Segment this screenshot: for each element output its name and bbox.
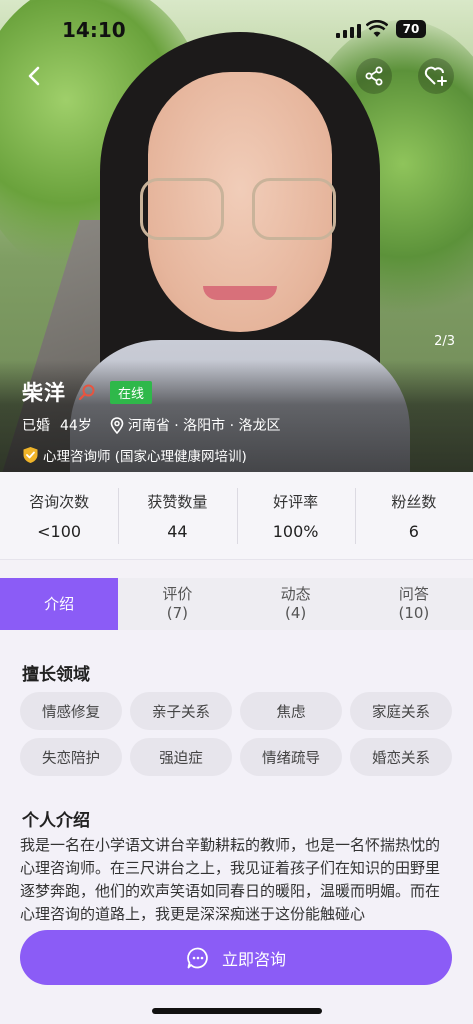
cellular-signal-icon bbox=[336, 24, 361, 38]
tab-count: (7) bbox=[166, 604, 188, 622]
location-text: 河南省 · 洛阳市 · 洛龙区 bbox=[127, 418, 281, 434]
specialty-tag: 强迫症 bbox=[130, 738, 232, 776]
profile-info: 柴洋 在线 已婚 44岁 河南省 · 洛阳市 · 洛龙区 心理咨询师 (国家心理… bbox=[22, 378, 462, 466]
stat-consultations: 咨询次数 <100 bbox=[0, 472, 118, 559]
tab-label: 动态 bbox=[280, 585, 311, 603]
marital-status: 已婚 bbox=[22, 418, 50, 434]
status-time: 14:10 bbox=[62, 18, 126, 42]
certification-text: 心理咨询师 (国家心理健康网培训) bbox=[43, 449, 247, 465]
photo-lips bbox=[203, 286, 277, 300]
verified-shield-icon bbox=[23, 447, 38, 463]
back-button[interactable] bbox=[16, 58, 52, 94]
tab-posts[interactable]: 动态 (4) bbox=[237, 578, 355, 630]
home-indicator[interactable] bbox=[152, 1008, 322, 1014]
status-bar: 14:10 70 bbox=[0, 0, 473, 60]
stat-value: 6 bbox=[408, 521, 419, 541]
stat-followers[interactable]: 粉丝数 6 bbox=[354, 472, 473, 559]
counselor-name: 柴洋 bbox=[22, 381, 66, 405]
wifi-icon bbox=[366, 20, 388, 37]
profile-tabs: 介绍 评价 (7) 动态 (4) 问答 (10) bbox=[0, 578, 473, 630]
stats-bar: 咨询次数 <100 获赞数量 44 好评率 100% 粉丝数 6 bbox=[0, 472, 473, 560]
photo-glasses-left bbox=[140, 178, 224, 240]
follow-button[interactable] bbox=[418, 58, 454, 94]
battery-icon: 70 bbox=[396, 20, 426, 38]
tab-label: 问答 bbox=[398, 585, 429, 603]
tab-count: (10) bbox=[398, 604, 430, 622]
specialty-tag: 焦虑 bbox=[240, 692, 342, 730]
stat-label: 好评率 bbox=[273, 492, 319, 511]
stat-value: <100 bbox=[37, 521, 82, 541]
specialty-tags: 情感修复 亲子关系 焦虑 家庭关系 失恋陪护 强迫症 情绪疏导 婚恋关系 bbox=[20, 692, 455, 776]
tab-qa[interactable]: 问答 (10) bbox=[355, 578, 473, 630]
online-status-badge: 在线 bbox=[110, 380, 153, 404]
consult-now-button[interactable]: 立即咨询 bbox=[20, 930, 452, 985]
stat-label: 获赞数量 bbox=[147, 492, 208, 511]
tab-label: 介绍 bbox=[44, 594, 75, 613]
photo-page-indicator: 2/3 bbox=[434, 334, 455, 349]
tab-label: 评价 bbox=[162, 585, 193, 603]
specialty-tag: 婚恋关系 bbox=[350, 738, 452, 776]
specialty-tag: 情感修复 bbox=[20, 692, 122, 730]
photo-glasses-right bbox=[252, 178, 336, 240]
specialty-tag: 情绪疏导 bbox=[240, 738, 342, 776]
specialty-tag: 家庭关系 bbox=[350, 692, 452, 730]
consult-label: 立即咨询 bbox=[221, 949, 286, 969]
share-icon bbox=[365, 66, 383, 86]
specialty-tag: 失恋陪护 bbox=[20, 738, 122, 776]
specialty-tag: 亲子关系 bbox=[130, 692, 232, 730]
stat-label: 咨询次数 bbox=[29, 492, 90, 511]
share-button[interactable] bbox=[356, 58, 392, 94]
stat-value: 44 bbox=[167, 521, 188, 541]
age: 44岁 bbox=[60, 418, 92, 434]
specialties-title: 擅长领域 bbox=[22, 665, 90, 685]
tab-count: (4) bbox=[285, 604, 307, 622]
stat-likes: 获赞数量 44 bbox=[118, 472, 236, 559]
stat-value: 100% bbox=[272, 521, 319, 541]
tab-reviews[interactable]: 评价 (7) bbox=[118, 578, 236, 630]
chat-bubble-icon bbox=[187, 947, 208, 968]
intro-title: 个人介绍 bbox=[22, 811, 90, 831]
location: 河南省 · 洛阳市 · 洛龙区 bbox=[110, 415, 281, 435]
chevron-left-icon bbox=[28, 66, 40, 86]
heart-plus-icon bbox=[424, 66, 447, 86]
stat-rating: 好评率 100% bbox=[236, 472, 355, 559]
location-pin-icon bbox=[110, 416, 124, 434]
stat-label: 粉丝数 bbox=[391, 492, 437, 511]
tab-intro[interactable]: 介绍 bbox=[0, 578, 119, 630]
search-icon[interactable] bbox=[78, 383, 96, 401]
